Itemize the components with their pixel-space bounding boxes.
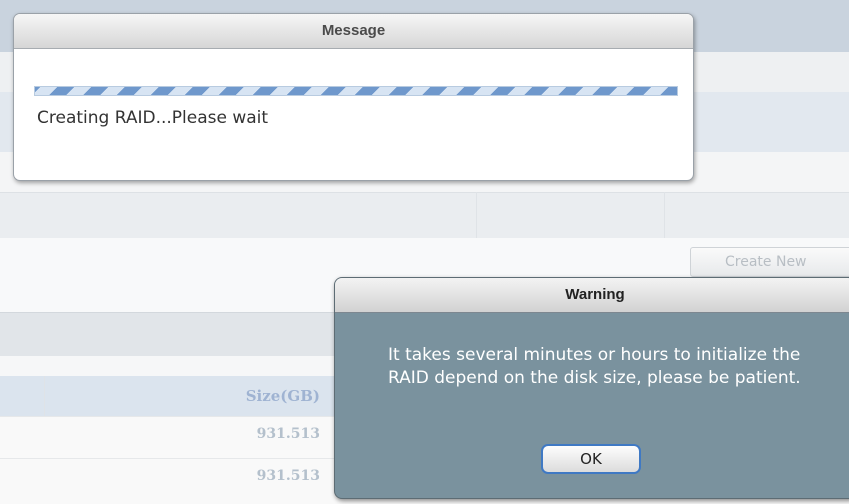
background-column-divider: [664, 192, 665, 238]
background-column-divider: [476, 192, 477, 238]
message-text: Creating RAID...Please wait: [37, 108, 269, 128]
ok-button[interactable]: OK: [541, 444, 641, 474]
warning-dialog: Warning It takes several minutes or hour…: [334, 277, 849, 499]
message-dialog-title[interactable]: Message: [14, 14, 693, 49]
progress-bar: [34, 86, 678, 96]
screen: Create New Size(GB) 931.513 931.513 Mess…: [0, 0, 849, 504]
disk-table-header-size: Size(GB): [245, 387, 320, 405]
create-new-button-label: Create New: [725, 254, 807, 270]
warning-dialog-title[interactable]: Warning: [335, 278, 849, 313]
message-dialog: Message Creating RAID...Please wait: [13, 13, 694, 181]
warning-text: It takes several minutes or hours to ini…: [388, 345, 801, 388]
disk-table-cell-size: 931.513: [256, 426, 320, 442]
disk-table-cell-size: 931.513: [256, 468, 320, 484]
background-row: [0, 192, 849, 240]
create-new-button[interactable]: Create New: [690, 247, 849, 277]
